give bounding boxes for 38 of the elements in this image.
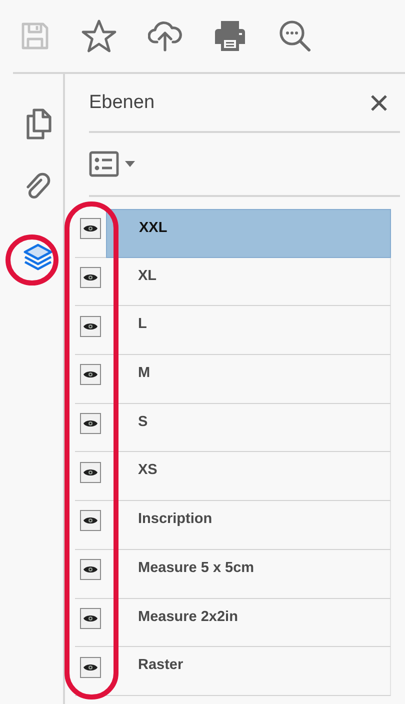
eye-icon xyxy=(83,614,98,623)
options-menu-button[interactable] xyxy=(89,151,135,177)
layer-item[interactable]: XXL xyxy=(106,209,391,258)
visibility-toggle[interactable] xyxy=(80,559,101,580)
close-button[interactable] xyxy=(370,94,388,112)
visibility-toggle[interactable] xyxy=(80,316,101,337)
eye-icon xyxy=(83,322,98,331)
visibility-toggle[interactable] xyxy=(80,608,101,629)
layer-item[interactable]: Inscription xyxy=(106,501,391,550)
eye-icon xyxy=(83,419,98,428)
layer-item[interactable]: M xyxy=(106,355,391,404)
layer-item[interactable]: Raster xyxy=(106,647,391,696)
visibility-toggle[interactable] xyxy=(80,218,101,240)
paperclip-icon[interactable] xyxy=(25,170,51,200)
pages-icon[interactable] xyxy=(24,108,52,140)
layer-item[interactable]: XL xyxy=(106,258,391,306)
visibility-toggle[interactable] xyxy=(80,364,101,386)
eye-icon xyxy=(83,224,98,234)
list-options-icon xyxy=(89,151,119,177)
visibility-toggle[interactable] xyxy=(80,462,101,483)
eye-icon xyxy=(83,662,98,672)
eye-icon xyxy=(83,370,98,380)
visibility-toggle[interactable] xyxy=(80,413,101,434)
layer-item[interactable]: XS xyxy=(106,452,391,502)
eye-icon xyxy=(83,273,98,282)
layer-item[interactable]: S xyxy=(106,404,391,452)
close-icon xyxy=(370,94,388,112)
caret-icon xyxy=(125,161,135,167)
layer-item[interactable]: Measure 2x2in xyxy=(106,598,391,648)
eye-icon xyxy=(83,468,98,477)
eye-icon xyxy=(83,565,98,574)
layer-item[interactable]: L xyxy=(106,306,391,356)
visibility-toggle[interactable] xyxy=(80,510,101,532)
visibility-toggle[interactable] xyxy=(80,267,101,288)
visibility-toggle[interactable] xyxy=(80,656,101,678)
layer-item[interactable]: Measure 5 x 5cm xyxy=(106,550,391,598)
panel-title: Ebenen xyxy=(89,92,155,114)
eye-icon xyxy=(83,516,98,526)
